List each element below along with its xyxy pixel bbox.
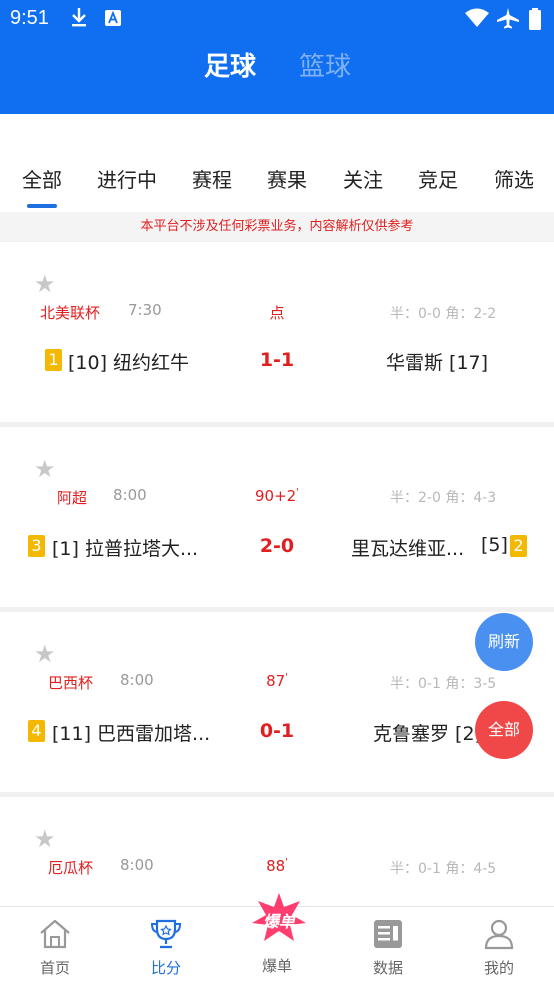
battery-icon: [528, 8, 542, 35]
nav-scores[interactable]: 比分: [111, 907, 221, 984]
download-icon: [70, 6, 88, 33]
match-card[interactable]: ★ 阿超 8:00 90+2' 半：2-0 角：4-3 3 [1] 拉普拉塔大.…: [0, 427, 554, 607]
bottom-nav: 首页 比分 爆单 爆单 数据 我的: [0, 893, 554, 984]
tab-lottery-football[interactable]: 竞足: [418, 164, 458, 193]
tab-schedule[interactable]: 赛程: [192, 164, 232, 193]
half-corner-stats: 半：0-0 角：2-2: [390, 306, 497, 322]
nav-data[interactable]: 数据: [333, 907, 443, 984]
home-icon: [40, 919, 70, 949]
nav-home[interactable]: 首页: [0, 907, 110, 984]
match-card[interactable]: ★ 北美联杯 7:30 点 半：0-0 角：2-2 1 [10] 纽约红牛 1-…: [0, 242, 554, 422]
tab-following[interactable]: 关注: [343, 164, 383, 193]
app-header: 9:51 足球 篮球: [0, 0, 554, 114]
tab-results[interactable]: 赛果: [267, 164, 307, 193]
font-a-icon: [104, 9, 122, 32]
baodan-badge-text: 爆单: [262, 912, 296, 931]
away-rank-badge: 2: [510, 535, 527, 557]
nav-scores-label: 比分: [150, 959, 181, 977]
data-icon: [374, 920, 402, 948]
tab-football[interactable]: 足球: [204, 46, 256, 83]
half-corner-stats: 半：2-0 角：4-3: [390, 490, 497, 506]
refresh-button[interactable]: 刷新: [475, 613, 533, 671]
away-team: 华雷斯 [17]: [386, 352, 489, 374]
profile-icon: [484, 919, 514, 950]
star-icon[interactable]: ★: [34, 457, 56, 481]
trophy-icon: [150, 919, 182, 949]
match-card[interactable]: ★ 巴西杯 8:00 87' 半：0-1 角：3-5 4 [11] 巴西雷加塔.…: [0, 612, 554, 792]
show-all-button[interactable]: 全部: [475, 701, 533, 759]
status-bar: 9:51: [0, 0, 554, 38]
filter-tabs: 全部 进行中 赛程 赛果 关注 竞足 筛选: [0, 114, 554, 212]
half-corner-stats: 半：0-1 角：4-5: [390, 861, 497, 877]
away-team: 里瓦达维亚...: [351, 538, 465, 560]
nav-baodan[interactable]: 爆单 爆单: [222, 893, 332, 984]
tab-all[interactable]: 全部: [22, 164, 62, 193]
status-time: 9:51: [10, 7, 49, 29]
baodan-icon: 爆单: [252, 893, 306, 941]
away-team: 克鲁塞罗 [2]: [373, 723, 482, 745]
tab-basketball[interactable]: 篮球: [299, 46, 351, 83]
nav-profile[interactable]: 我的: [444, 907, 554, 984]
nav-profile-label: 我的: [483, 959, 514, 977]
tab-filter[interactable]: 筛选: [494, 164, 534, 193]
tab-live[interactable]: 进行中: [97, 164, 157, 193]
match-score: 2-0: [259, 535, 295, 557]
airplane-icon: [496, 7, 520, 34]
star-icon[interactable]: ★: [34, 272, 56, 296]
active-tab-indicator: [27, 204, 57, 208]
star-icon[interactable]: ★: [34, 642, 56, 666]
nav-data-label: 数据: [372, 959, 403, 977]
half-corner-stats: 半：0-1 角：3-5: [390, 676, 497, 692]
disclaimer-notice: 本平台不涉及任何彩票业务，内容解析仅供参考: [0, 212, 554, 241]
nav-home-label: 首页: [39, 959, 70, 977]
nav-baodan-label: 爆单: [261, 957, 292, 975]
away-team-rank: [5]: [481, 534, 508, 556]
star-icon[interactable]: ★: [34, 827, 56, 851]
wifi-icon: [464, 8, 490, 33]
